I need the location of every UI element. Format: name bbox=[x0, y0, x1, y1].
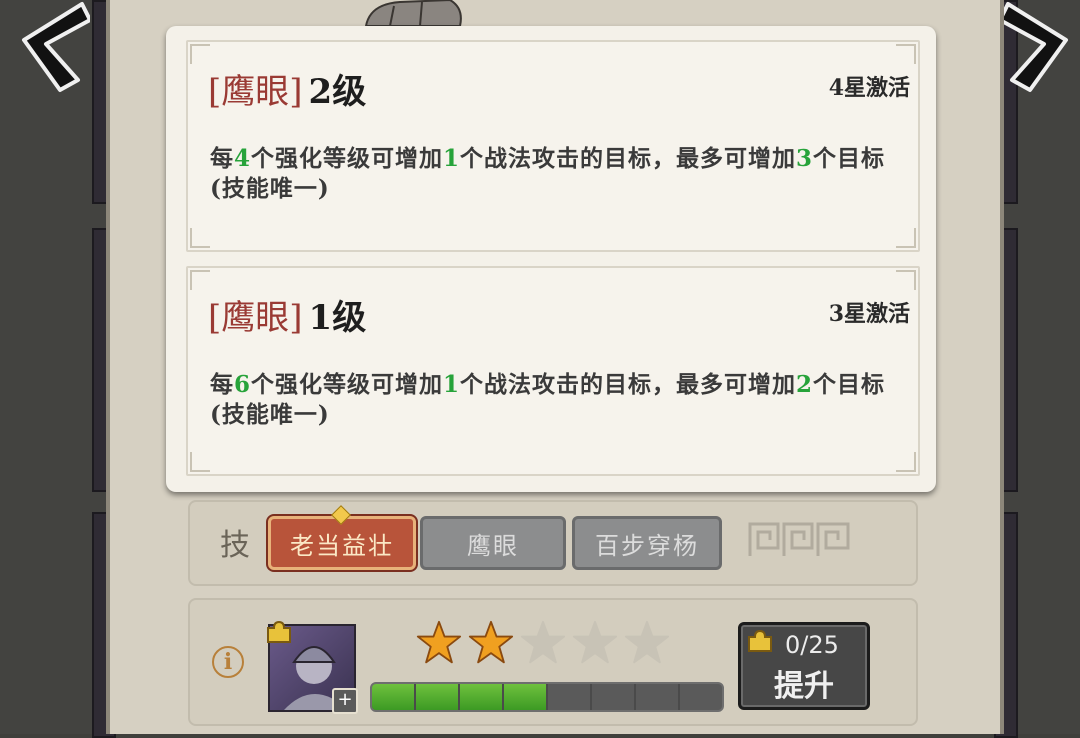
corner-ornament bbox=[896, 452, 916, 472]
tab-skill-baibuchuanyang[interactable]: 百步穿杨 bbox=[572, 516, 722, 570]
progress-segment bbox=[416, 684, 460, 710]
star-empty-icon bbox=[624, 620, 670, 664]
corner-ornament bbox=[190, 228, 210, 248]
corner-ornament bbox=[896, 44, 916, 64]
entry-title: [鹰眼] 1级 bbox=[208, 298, 367, 338]
add-fragment-button[interactable]: + bbox=[332, 688, 358, 714]
corner-ornament bbox=[190, 452, 210, 472]
upgrade-label: 提升 bbox=[774, 669, 834, 704]
star-empty-icon bbox=[572, 620, 618, 664]
star-rating bbox=[416, 620, 670, 666]
next-arrow-icon[interactable] bbox=[1000, 0, 1080, 95]
info-icon[interactable]: i bbox=[212, 646, 244, 678]
previous-arrow-icon[interactable] bbox=[0, 0, 90, 95]
corner-ornament bbox=[896, 270, 916, 290]
skill-level: 2级 bbox=[308, 72, 367, 112]
skill-level-entry: [鹰眼] 2级 4星激活 每4个强化等级可增加1个战法攻击的目标，最多可增加3个目… bbox=[186, 40, 920, 252]
skill-name: 鹰眼 bbox=[221, 298, 290, 338]
fret-pattern-icon bbox=[748, 522, 850, 556]
skill-level-entry: [鹰眼] 1级 3星激活 每6个强化等级可增加1个战法攻击的目标，最多可增加2个目… bbox=[186, 266, 920, 476]
activation-requirement: 4星激活 bbox=[828, 75, 910, 101]
fragment-progress-bar bbox=[370, 682, 724, 712]
skill-tab-bar: 技 老当益壮 鹰眼 百步穿杨 bbox=[188, 500, 918, 586]
puzzle-piece-icon bbox=[267, 620, 291, 643]
helmet-decoration-icon bbox=[364, 0, 462, 26]
tab-skill-yingyan[interactable]: 鹰眼 bbox=[420, 516, 566, 570]
star-empty-icon bbox=[520, 620, 566, 664]
corner-ornament bbox=[190, 44, 210, 64]
skill-description: 每6个强化等级可增加1个战法攻击的目标，最多可增加2个目标(技能唯一) bbox=[210, 371, 886, 428]
skill-level: 1级 bbox=[308, 298, 367, 338]
skill-description: 每4个强化等级可增加1个战法攻击的目标，最多可增加3个目标(技能唯一) bbox=[210, 145, 886, 202]
progress-segment bbox=[504, 684, 548, 710]
progress-segment bbox=[680, 684, 722, 710]
progress-segment bbox=[592, 684, 636, 710]
puzzle-piece-icon bbox=[748, 629, 772, 652]
star-filled-icon bbox=[416, 620, 462, 664]
entry-title: [鹰眼] 2级 bbox=[208, 72, 367, 112]
progress-segment bbox=[460, 684, 504, 710]
upgrade-button[interactable]: 0/25 提升 bbox=[738, 622, 870, 710]
skill-tab-label: 技 bbox=[220, 528, 250, 563]
fragment-count: 0/25 bbox=[785, 631, 839, 659]
skill-name: 鹰眼 bbox=[221, 72, 290, 112]
corner-ornament bbox=[190, 270, 210, 290]
progress-segment bbox=[548, 684, 592, 710]
corner-ornament bbox=[896, 228, 916, 248]
progress-segment bbox=[372, 684, 416, 710]
progress-segment bbox=[636, 684, 680, 710]
upgrade-bar: i + 0/25 提升 bbox=[188, 598, 918, 726]
star-filled-icon bbox=[468, 620, 514, 664]
tab-skill-laodangyizhuang[interactable]: 老当益壮 bbox=[268, 516, 416, 570]
activation-requirement: 3星激活 bbox=[828, 301, 910, 327]
